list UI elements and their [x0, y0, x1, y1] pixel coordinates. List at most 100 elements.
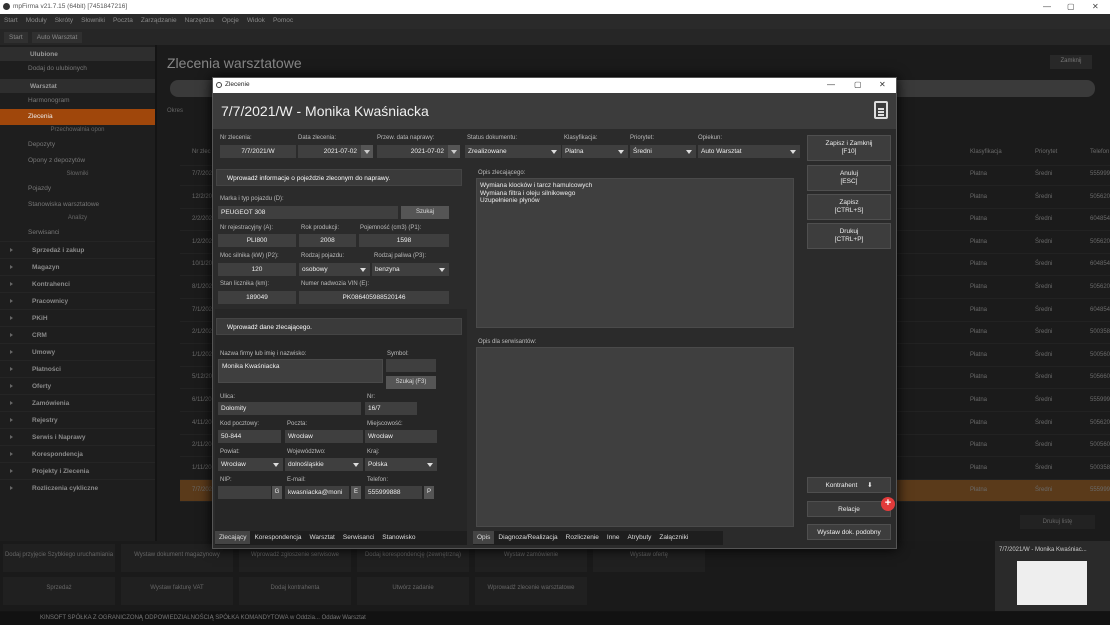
tab-other[interactable]: Inne	[603, 531, 624, 544]
tab-attributes[interactable]: Atrybuty	[624, 531, 656, 544]
tab-station[interactable]: Stanowisko	[378, 531, 419, 544]
nip-field[interactable]	[218, 486, 271, 499]
sidebar-category[interactable]: Zamówienia	[0, 394, 155, 411]
menu-item[interactable]: Poczta	[109, 14, 137, 27]
sidebar-item[interactable]: Stanowiska warsztatowe	[0, 197, 155, 213]
sidebar-category[interactable]: Serwis i Naprawy	[0, 428, 155, 445]
order-date-field[interactable]: 2021-07-02	[298, 145, 361, 158]
sidebar-category[interactable]: Korespondencja	[0, 445, 155, 462]
odometer-field[interactable]: 189049	[218, 291, 296, 304]
vehicle-make-field[interactable]: PEUGEOT 308	[218, 206, 398, 219]
menu-item[interactable]: Skróty	[51, 14, 77, 27]
grid-column-header[interactable]: Telefon	[1090, 149, 1109, 155]
sidebar-category[interactable]: Magazyn	[0, 258, 155, 275]
voivodeship-select[interactable]: dolnośląskie	[285, 458, 363, 471]
status-select[interactable]: Zrealizowane	[465, 145, 561, 158]
grid-column-header[interactable]: Nr zlec	[192, 149, 211, 155]
vehicle-search-button[interactable]: Szukaj	[401, 206, 449, 219]
menu-item[interactable]: Opcje	[218, 14, 243, 27]
save-button[interactable]: Zapisz [CTRL+S]	[807, 194, 891, 220]
quick-action-button[interactable]: Dodaj przyjęcie Szybkiego uruchamiania	[3, 544, 115, 572]
quick-action-button[interactable]: Dodaj kontrahenta	[239, 577, 351, 605]
sidebar-category[interactable]: Umowy	[0, 343, 155, 360]
house-number-field[interactable]: 16/7	[365, 402, 417, 415]
dialog-close-icon[interactable]: ✕	[879, 80, 886, 89]
sidebar-section-header[interactable]: Warsztat	[0, 79, 155, 93]
priority-select[interactable]: Średni	[630, 145, 696, 158]
sidebar-item[interactable]: Dodaj do ulubionych	[0, 61, 155, 77]
print-button[interactable]: Drukuj [CTRL+P]	[807, 223, 891, 249]
tab-attachments[interactable]: Załączniki	[655, 531, 692, 544]
fuel-select[interactable]: benzyna	[372, 263, 449, 276]
close-icon[interactable]: ✕	[1092, 2, 1099, 11]
menu-item[interactable]: Start	[0, 14, 22, 27]
client-search-button[interactable]: Szukaj (F3)	[386, 376, 436, 389]
tab-diagnosis[interactable]: Diagnoza/Realizacja	[494, 531, 561, 544]
cancel-button[interactable]: Anuluj [ESC]	[807, 165, 891, 191]
street-field[interactable]: Dołomity	[218, 402, 361, 415]
service-description-field[interactable]	[476, 347, 794, 527]
tab-description[interactable]: Opis	[473, 531, 495, 544]
contractor-button[interactable]: Kontrahent ⬇	[807, 477, 891, 493]
quick-action-button[interactable]: Wystaw fakturę VAT	[121, 577, 233, 605]
quick-action-button[interactable]: Sprzedaż	[3, 577, 115, 605]
phone-call-button[interactable]: P	[424, 486, 434, 499]
print-list-button[interactable]: Drukuj listę	[1020, 515, 1095, 529]
sidebar-category[interactable]: Kontrahenci	[0, 275, 155, 292]
email-field[interactable]: kwasniacka@moni	[285, 486, 349, 499]
tab-correspondence[interactable]: Korespondencja	[250, 531, 305, 544]
year-field[interactable]: 2008	[299, 234, 356, 247]
sidebar-category[interactable]: Rejestry	[0, 411, 155, 428]
tab-start[interactable]: Start	[4, 32, 28, 43]
repair-date-field[interactable]: 2021-07-02	[377, 145, 448, 158]
sidebar-item[interactable]: Harmonogram	[0, 93, 155, 109]
client-description-field[interactable]: Wymiana klocków i tarcz hamulcowych Wymi…	[476, 178, 794, 328]
save-and-close-button[interactable]: Zapisz i Zamknij [F10]	[807, 135, 891, 161]
order-number-field[interactable]: 7/7/2021/W	[220, 145, 296, 158]
capacity-field[interactable]: 1598	[359, 234, 449, 247]
sidebar-category[interactable]: Oferty	[0, 377, 155, 394]
minimize-icon[interactable]: —	[1043, 2, 1051, 11]
tab-servicemen[interactable]: Serwisanci	[339, 531, 378, 544]
sidebar-item[interactable]: Serwisanci	[0, 225, 155, 241]
sidebar-category[interactable]: Pracownicy	[0, 292, 155, 309]
tab-auto-warsztat[interactable]: Auto Warsztat	[31, 32, 83, 43]
sidebar-category[interactable]: Projekty i Zlecenia	[0, 462, 155, 479]
quick-action-button[interactable]: Wprowadź zlecenie warsztatowe	[475, 577, 587, 605]
county-select[interactable]: Wrocław	[218, 458, 283, 471]
vin-field[interactable]: PK086405988520146	[299, 291, 449, 304]
close-page-button[interactable]: Zamknij	[1050, 55, 1092, 69]
registration-field[interactable]: PLI800	[218, 234, 296, 247]
preview-thumbnail[interactable]	[1017, 561, 1087, 605]
tab-workshop[interactable]: Warsztat	[305, 531, 338, 544]
sidebar-item[interactable]: Pojazdy	[0, 181, 155, 197]
power-field[interactable]: 120	[218, 263, 296, 276]
grid-column-header[interactable]: Klasyfikacja	[970, 149, 1002, 155]
classification-select[interactable]: Płatna	[562, 145, 628, 158]
country-select[interactable]: Polska	[365, 458, 437, 471]
client-name-field[interactable]: Monika Kwaśniacka	[218, 359, 383, 383]
dialog-maximize-icon[interactable]: ▢	[854, 80, 862, 89]
sidebar-category[interactable]: Płatności	[0, 360, 155, 377]
tab-client[interactable]: Zlecający	[215, 531, 251, 544]
menu-item[interactable]: Widok	[243, 14, 269, 27]
city-field[interactable]: Wrocław	[365, 430, 437, 443]
sidebar-section-header[interactable]: Ulubione	[0, 47, 155, 61]
sidebar-category[interactable]: Rozliczenia cykliczne	[0, 479, 155, 496]
post-field[interactable]: Wrocław	[285, 430, 363, 443]
menu-item[interactable]: Słowniki	[77, 14, 109, 27]
keeper-select[interactable]: Auto Warsztat	[698, 145, 800, 158]
zip-field[interactable]: 50-844	[218, 430, 281, 443]
repair-date-picker-icon[interactable]	[448, 145, 460, 158]
quick-action-button[interactable]: Utwórz zadanie	[357, 577, 469, 605]
menu-item[interactable]: Pomoc	[269, 14, 297, 27]
nip-gus-button[interactable]: G	[272, 486, 282, 499]
grid-column-header[interactable]: Priorytet	[1035, 149, 1057, 155]
sidebar-item[interactable]: Depozyty	[0, 137, 155, 153]
menu-item[interactable]: Narzędzia	[181, 14, 218, 27]
sidebar-category[interactable]: Sprzedaż i zakup	[0, 241, 155, 258]
vehicle-type-select[interactable]: osobowy	[299, 263, 370, 276]
maximize-icon[interactable]: ▢	[1067, 2, 1075, 11]
add-relation-icon[interactable]: +	[881, 497, 895, 511]
relations-button[interactable]: Relacje	[807, 501, 891, 517]
